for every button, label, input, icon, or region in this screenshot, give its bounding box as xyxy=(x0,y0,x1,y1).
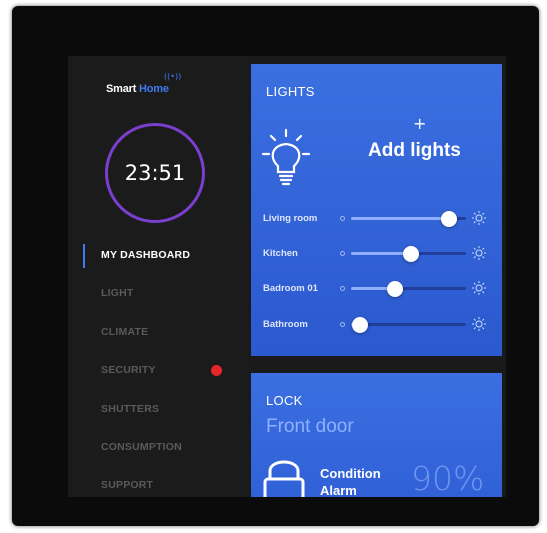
slider-handle[interactable] xyxy=(386,280,403,297)
brightness-slider[interactable] xyxy=(351,245,466,262)
lock-title: LOCK xyxy=(266,393,303,408)
nav-item-light[interactable]: LIGHT xyxy=(101,287,134,299)
brand-name-home: Home xyxy=(139,83,169,95)
brightness-low-icon xyxy=(340,322,345,327)
lock-panel: LOCK Front door Condition Alarm 90% xyxy=(251,373,502,497)
add-lights-button[interactable]: Add lights xyxy=(368,140,461,162)
lock-device-name: Front door xyxy=(266,416,354,437)
lights-title: LIGHTS xyxy=(266,84,315,99)
brightness-low-icon xyxy=(340,251,345,256)
nav-item-shutters[interactable]: SHUTTERS xyxy=(101,403,159,415)
slider-fill xyxy=(351,217,449,220)
brightness-slider[interactable] xyxy=(351,316,466,333)
condition-label: Condition xyxy=(320,466,381,481)
slider-handle[interactable] xyxy=(440,210,457,227)
brightness-high-icon xyxy=(472,246,486,260)
lights-panel: LIGHTS + Add lights Living room Kitchen … xyxy=(251,64,502,356)
device-frame: Smart Home ((•)) 23:51 MY DASHBOARD LIGH… xyxy=(12,6,539,526)
slider-handle[interactable] xyxy=(402,245,419,262)
brightness-slider[interactable] xyxy=(351,210,466,227)
sidebar: Smart Home ((•)) 23:51 MY DASHBOARD LIGH… xyxy=(68,56,248,497)
security-alert-badge xyxy=(211,365,222,376)
slider-fill xyxy=(351,252,411,255)
active-nav-indicator xyxy=(83,244,85,268)
light-row-label: Bathroom xyxy=(263,319,308,330)
nav-item-climate[interactable]: CLIMATE xyxy=(101,326,148,338)
brightness-slider[interactable] xyxy=(351,280,466,297)
brightness-high-icon xyxy=(472,211,486,225)
padlock-icon xyxy=(263,460,305,497)
add-lights-plus[interactable]: + xyxy=(413,114,426,133)
brightness-low-icon xyxy=(340,216,345,221)
brand-name-smart: Smart xyxy=(106,83,137,95)
nav-item-support[interactable]: SUPPORT xyxy=(101,479,153,491)
lock-percentage: 90% xyxy=(411,459,485,497)
signal-icon: ((•)) xyxy=(164,72,182,81)
dashboard-screen: Smart Home ((•)) 23:51 MY DASHBOARD LIGH… xyxy=(68,56,506,497)
nav-item-consumption[interactable]: CONSUMPTION xyxy=(101,441,182,453)
brightness-high-icon xyxy=(472,281,486,295)
lightbulb-icon xyxy=(261,128,311,186)
clock-widget: 23:51 xyxy=(105,123,205,223)
light-row-label: Living room xyxy=(263,213,318,224)
clock-time: 23:51 xyxy=(124,161,186,185)
condition-status: Alarm xyxy=(320,483,357,497)
brightness-low-icon xyxy=(340,286,345,291)
lock-condition: Condition Alarm xyxy=(320,465,381,497)
light-row-label: Kitchen xyxy=(263,248,298,259)
brightness-high-icon xyxy=(472,317,486,331)
nav-item-my-dashboard[interactable]: MY DASHBOARD xyxy=(101,249,190,261)
nav-item-security[interactable]: SECURITY xyxy=(101,364,156,376)
light-row-label: Badroom 01 xyxy=(263,283,318,294)
brand-logo: Smart Home xyxy=(106,83,169,95)
slider-handle[interactable] xyxy=(352,316,369,333)
